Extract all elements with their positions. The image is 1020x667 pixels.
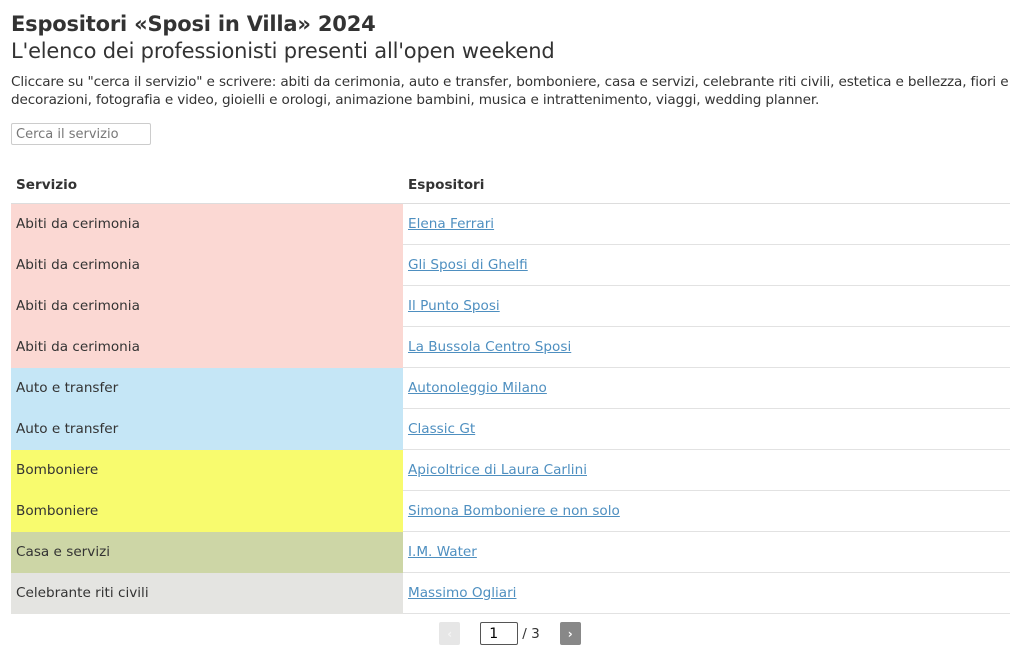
service-cell: Abiti da cerimonia — [11, 244, 403, 286]
page-title: Espositori «Sposi in Villa» 2024 — [11, 12, 376, 36]
service-cell: Abiti da cerimonia — [11, 326, 403, 368]
table-body: Abiti da cerimonia Elena Ferrari Abiti da … — [11, 203, 1010, 614]
service-cell: Auto e transfer — [11, 367, 403, 409]
exhibitor-cell: Elena Ferrari — [403, 203, 1010, 245]
table-row: Abiti da cerimonia Elena Ferrari — [11, 203, 1010, 245]
service-cell: Abiti da cerimonia — [11, 203, 403, 245]
exhibitor-cell: Classic Gt — [403, 408, 1010, 450]
chevron-left-icon: ‹ — [447, 626, 453, 641]
exhibitor-link[interactable]: Apicoltrice di Laura Carlini — [408, 462, 587, 478]
exhibitor-link[interactable]: Massimo Ogliari — [408, 585, 516, 601]
table-row: Bomboniere Apicoltrice di Laura Carlini — [11, 449, 1010, 491]
exhibitor-link[interactable]: Simona Bomboniere e non solo — [408, 503, 620, 519]
service-cell: Bomboniere — [11, 449, 403, 491]
service-cell: Auto e transfer — [11, 408, 403, 450]
exhibitor-cell: Autonoleggio Milano — [403, 367, 1010, 409]
page-total: / 3 — [522, 625, 540, 642]
exhibitor-link[interactable]: Elena Ferrari — [408, 216, 494, 232]
table-row: Abiti da cerimonia La Bussola Centro Spos… — [11, 326, 1010, 368]
exhibitor-cell: Massimo Ogliari — [403, 572, 1010, 614]
exhibitor-link[interactable]: Il Punto Sposi — [408, 298, 500, 314]
prev-page-button[interactable]: ‹ — [439, 622, 461, 645]
exhibitor-cell: Il Punto Sposi — [403, 285, 1010, 327]
exhibitor-link[interactable]: La Bussola Centro Sposi — [408, 339, 571, 355]
column-header-espositori[interactable]: Espositori — [403, 167, 1010, 204]
service-cell: Bomboniere — [11, 490, 403, 532]
table-row: Auto e transfer Classic Gt — [11, 408, 1010, 450]
exhibitor-link[interactable]: Autonoleggio Milano — [408, 380, 547, 396]
table-row: Abiti da cerimonia Gli Sposi di Ghelfi — [11, 244, 1010, 286]
exhibitor-cell: Gli Sposi di Ghelfi — [403, 244, 1010, 286]
search-input[interactable] — [11, 123, 151, 145]
service-cell: Casa e servizi — [11, 531, 403, 573]
exhibitor-link[interactable]: Gli Sposi di Ghelfi — [408, 257, 528, 273]
service-cell: Abiti da cerimonia — [11, 285, 403, 327]
table-row: Bomboniere Simona Bomboniere e non solo — [11, 490, 1010, 532]
table-row: Auto e transfer Autonoleggio Milano — [11, 367, 1010, 409]
exhibitors-table: Servizio Espositori Abiti da cerimonia El… — [11, 167, 1010, 614]
page: Espositori «Sposi in Villa» 2024 L'elenc… — [0, 0, 1020, 614]
pagination: ‹ / 3 › — [0, 622, 1020, 645]
exhibitor-cell: Simona Bomboniere e non solo — [403, 490, 1010, 532]
instructions-text: Cliccare su "cerca il servizio" e scrive… — [11, 74, 1009, 108]
page-subtitle: L'elenco dei professionisti presenti all… — [11, 39, 555, 63]
exhibitor-link[interactable]: I.M. Water — [408, 544, 477, 560]
exhibitor-link[interactable]: Classic Gt — [408, 421, 475, 437]
table-row: Casa e servizi I.M. Water — [11, 531, 1010, 573]
page-number-input[interactable] — [480, 622, 519, 645]
column-header-servizio[interactable]: Servizio — [11, 167, 403, 204]
table-header-row: Servizio Espositori — [11, 167, 1010, 204]
table-row: Abiti da cerimonia Il Punto Sposi — [11, 285, 1010, 327]
service-cell: Celebrante riti civili — [11, 572, 403, 614]
next-page-button[interactable]: › — [559, 622, 581, 645]
table-row: Celebrante riti civili Massimo Ogliari — [11, 572, 1010, 614]
exhibitor-cell: La Bussola Centro Sposi — [403, 326, 1010, 368]
exhibitor-cell: Apicoltrice di Laura Carlini — [403, 449, 1010, 491]
exhibitor-cell: I.M. Water — [403, 531, 1010, 573]
chevron-right-icon: › — [567, 626, 573, 641]
